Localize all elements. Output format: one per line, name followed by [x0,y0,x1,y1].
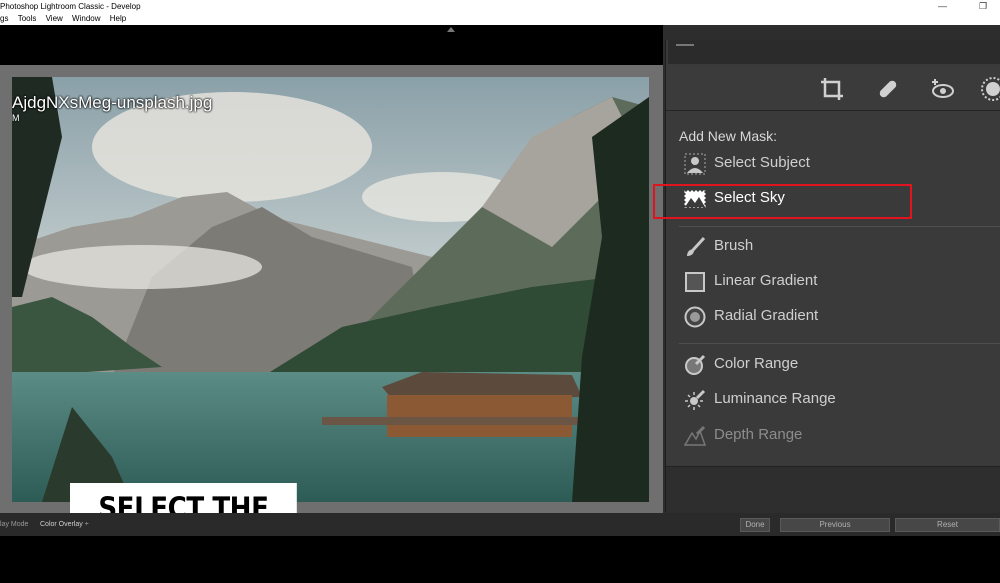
menu-view[interactable]: View [46,13,63,25]
brush-icon [687,236,706,256]
panel-footer [666,466,1000,513]
red-eye-icon[interactable] [930,76,956,102]
luminance-range-icon [685,389,706,410]
restore-icon[interactable]: ❐ [979,0,987,13]
radial-gradient-icon [684,306,706,328]
image-filename: AjdgNXsMeg-unsplash.jpg [12,93,213,112]
depth-range-icon [684,425,706,446]
radial-gradient-label: Radial Gradient [714,307,819,324]
image-info: M [12,113,20,123]
image-canvas: AjdgNXsMeg-unsplash.jpg M SELECT THE SKY [0,65,663,575]
bottom-toolbar: lay Mode Color Overlay ÷ Done Previous R… [0,513,1000,536]
healing-icon[interactable] [875,76,901,102]
color-range-icon [685,354,706,375]
mask-divider-1 [679,226,1000,227]
window-title: Photoshop Lightroom Classic - Develop [0,2,141,11]
add-new-mask-heading: Add New Mask: [679,128,778,144]
masking-icon[interactable] [980,76,1000,102]
depth-range-label: Depth Range [714,426,803,443]
previous-button[interactable]: Previous [780,518,890,532]
menu-help[interactable]: Help [110,13,126,25]
tool-strip [666,66,1000,111]
menu-settings[interactable]: gs [0,13,8,25]
brush-label: Brush [714,237,754,254]
select-subject-label: Select Subject [714,154,810,171]
done-button[interactable]: Done [740,518,770,532]
reset-button[interactable]: Reset [895,518,1000,532]
panel-header-strip [668,40,1000,64]
panel-header-dash [676,44,694,46]
photo-preview[interactable]: AjdgNXsMeg-unsplash.jpg M [12,77,649,502]
select-subject-icon [684,153,706,175]
landscape-photo [12,77,649,502]
menu-bar: gs Tools View Window Help [0,13,1000,25]
linear-gradient-icon [685,272,705,292]
title-bar: Photoshop Lightroom Classic - Develop — … [0,0,1000,13]
select-sky-highlight [653,184,912,219]
minimize-icon[interactable]: — [938,0,947,13]
luminance-range-label: Luminance Range [714,390,836,407]
linear-gradient-label: Linear Gradient [714,272,818,289]
menu-window[interactable]: Window [72,13,100,25]
overlay-mode-select[interactable]: Color Overlay ÷ [40,521,89,528]
overlay-mode-label: lay Mode [0,521,29,528]
collapse-top-panel-icon[interactable] [447,27,455,32]
crop-icon[interactable] [819,76,845,102]
color-range-label: Color Range [714,355,799,372]
mask-divider-2 [679,343,1000,344]
menu-tools[interactable]: Tools [18,13,37,25]
